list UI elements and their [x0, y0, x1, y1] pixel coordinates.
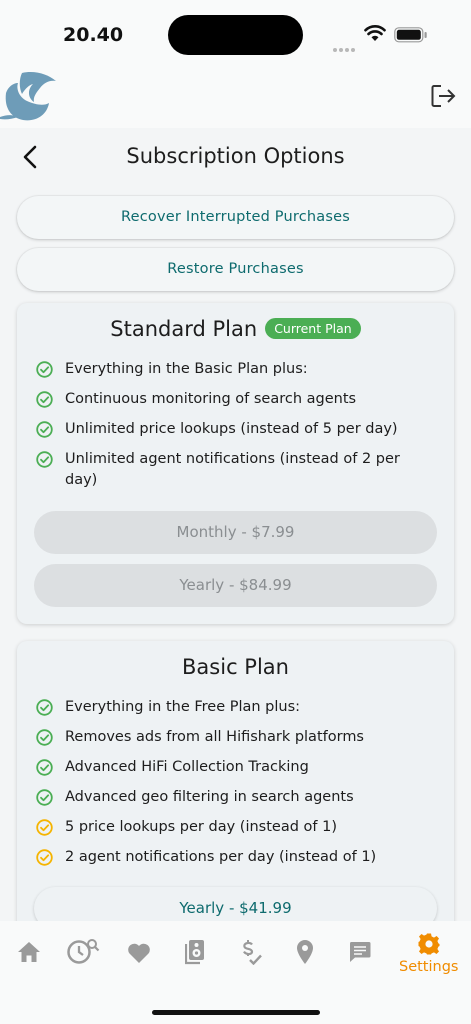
check-circle-icon [36, 421, 53, 438]
location-pin-icon[interactable] [296, 939, 314, 965]
feature-text: Unlimited agent notifications (instead o… [65, 451, 400, 488]
feature-item: 5 price lookups per day (instead of 1) [36, 817, 436, 838]
cellular-signal-icon [333, 37, 357, 56]
check-circle-icon [36, 699, 53, 716]
feature-text: Everything in the Free Plan plus: [65, 699, 301, 715]
home-indicator [152, 1010, 320, 1015]
check-circle-icon [36, 391, 53, 408]
nav-label-settings[interactable]: Settings [399, 959, 458, 975]
price-check-icon[interactable] [240, 939, 262, 965]
check-circle-icon [36, 789, 53, 806]
feature-item: Everything in the Basic Plan plus: [36, 359, 436, 380]
feature-text: Removes ads from all Hifishark platforms [65, 729, 364, 745]
status-time: 20.40 [63, 24, 124, 46]
heart-icon[interactable] [127, 942, 151, 964]
feature-text: Everything in the Basic Plan plus: [65, 361, 308, 377]
history-search-icon[interactable] [66, 937, 100, 965]
battery-icon [394, 27, 427, 43]
feature-text: Advanced geo filtering in search agents [65, 789, 354, 805]
basic-plan-card: Basic Plan Everything in the Free Plan p… [17, 641, 454, 941]
feature-item: Unlimited agent notifications (instead o… [36, 449, 436, 491]
dynamic-island [168, 15, 303, 55]
standard-monthly-button[interactable]: Monthly - $7.99 [34, 511, 437, 554]
feature-item: 2 agent notifications per day (instead o… [36, 847, 436, 868]
plan-title-row: Standard Plan Current Plan [17, 317, 454, 341]
feature-text: 2 agent notifications per day (instead o… [65, 849, 377, 865]
feature-item: Continuous monitoring of search agents [36, 389, 436, 410]
bottom-nav: Settings [0, 921, 471, 1024]
plan-name: Standard Plan [110, 317, 258, 341]
recover-purchases-button[interactable]: Recover Interrupted Purchases [17, 196, 454, 239]
message-icon[interactable] [349, 941, 371, 963]
check-circle-icon [36, 361, 53, 378]
limited-check-circle-icon [36, 849, 53, 866]
home-icon[interactable] [17, 941, 41, 963]
feature-item: Advanced geo filtering in search agents [36, 787, 436, 808]
check-circle-icon [36, 451, 53, 468]
check-circle-icon [36, 729, 53, 746]
standard-yearly-button[interactable]: Yearly - $84.99 [34, 564, 437, 607]
feature-item: Unlimited price lookups (instead of 5 pe… [36, 419, 436, 440]
plan-name: Basic Plan [182, 655, 289, 679]
speaker-icon[interactable] [185, 939, 205, 965]
feature-text: Unlimited price lookups (instead of 5 pe… [65, 421, 398, 437]
shark-logo-icon[interactable] [0, 71, 60, 123]
feature-item: Everything in the Free Plan plus: [36, 697, 436, 718]
status-bar: 20.40 [0, 0, 471, 66]
feature-text: Advanced HiFi Collection Tracking [65, 759, 309, 775]
page-title: Subscription Options [126, 144, 345, 168]
limited-check-circle-icon [36, 819, 53, 836]
feature-item: Advanced HiFi Collection Tracking [36, 757, 436, 778]
logout-icon[interactable] [431, 84, 457, 108]
standard-plan-card: Standard Plan Current Plan Everything in … [17, 303, 454, 624]
app-header [0, 66, 471, 128]
feature-item: Removes ads from all Hifishark platforms [36, 727, 436, 748]
current-plan-badge: Current Plan [265, 318, 361, 339]
gear-icon[interactable] [418, 933, 440, 955]
feature-text: Continuous monitoring of search agents [65, 391, 357, 407]
check-circle-icon [36, 759, 53, 776]
feature-text: 5 price lookups per day (instead of 1) [65, 819, 337, 835]
restore-purchases-button[interactable]: Restore Purchases [17, 248, 454, 291]
plan-title-row: Basic Plan [17, 655, 454, 679]
wifi-icon [364, 25, 386, 41]
